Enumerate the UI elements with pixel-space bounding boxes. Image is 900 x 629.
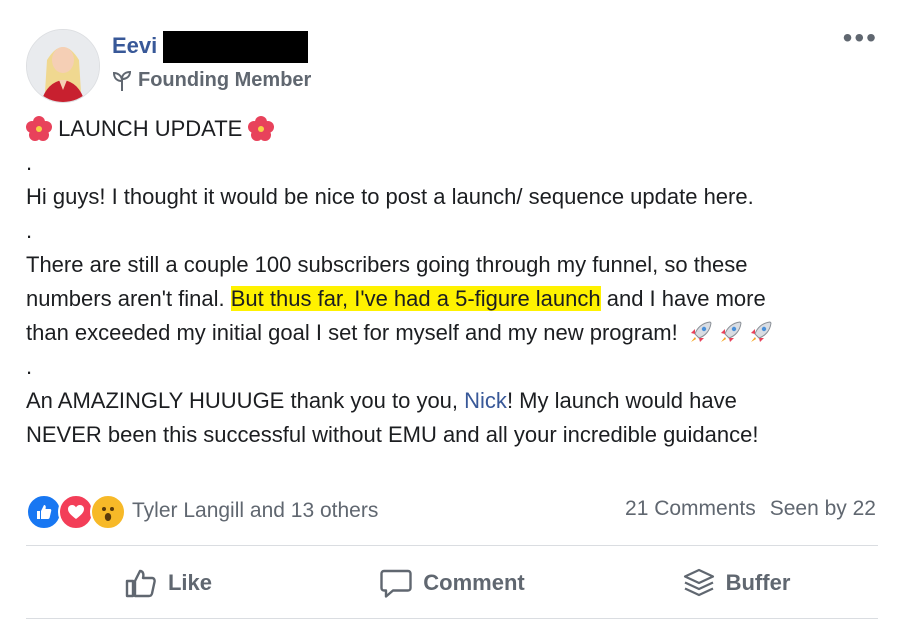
sprout-icon	[112, 70, 132, 91]
buffer-label: Buffer	[725, 570, 791, 595]
rocket-icon	[720, 321, 742, 342]
more-options-button[interactable]: •••	[843, 22, 878, 54]
buffer-button[interactable]: Buffer	[594, 552, 878, 614]
thumbs-up-icon	[125, 569, 156, 598]
post-stats: 21 Comments Seen by 22	[625, 497, 876, 521]
separator-dot: .	[26, 218, 33, 243]
hibiscus-icon	[248, 116, 275, 141]
like-reaction-icon	[26, 494, 62, 530]
divider	[26, 618, 878, 619]
post-content: LAUNCH UPDATE . Hi guys! I thought it wo…	[26, 112, 876, 452]
rocket-icon	[690, 321, 712, 342]
post-paragraph-2-line-2: numbers aren't final. But thus far, I've…	[26, 282, 876, 316]
post-title: LAUNCH UPDATE	[58, 116, 243, 141]
reactions-summary[interactable]: Tyler Langill and 13 others	[26, 494, 378, 530]
reaction-icons	[26, 494, 126, 530]
text-segment: than exceeded my initial goal I set for …	[26, 320, 678, 345]
post-paragraph-3-line-2: NEVER been this successful without EMU a…	[26, 422, 759, 447]
mention-link[interactable]: Nick	[464, 388, 507, 413]
avatar-image	[27, 30, 99, 102]
comment-button[interactable]: Comment	[310, 552, 594, 614]
post-paragraph-2-line-3: than exceeded my initial goal I set for …	[26, 316, 876, 350]
post-paragraph-2-line-1: There are still a couple 100 subscribers…	[26, 252, 748, 277]
member-badge: Founding Member	[112, 69, 311, 92]
rocket-icon	[750, 321, 772, 342]
text-segment: numbers aren't final.	[26, 286, 231, 311]
text-segment: An AMAZINGLY HUUUGE thank you to you,	[26, 388, 465, 413]
text-segment: ! My launch would have	[506, 388, 737, 413]
post-paragraph-1: Hi guys! I thought it would be nice to p…	[26, 184, 754, 209]
post-actions: Like Comment Buffer	[26, 552, 878, 614]
post-paragraph-3-line-1: An AMAZINGLY HUUUGE thank you to you, Ni…	[26, 384, 876, 418]
highlighted-text: But thus far, I've had a 5-figure launch	[230, 286, 601, 311]
divider	[26, 545, 878, 546]
separator-dot: .	[26, 354, 33, 379]
buffer-icon	[683, 568, 714, 597]
text-segment: and I have more	[600, 286, 766, 311]
love-reaction-icon	[58, 494, 94, 530]
redacted-surname	[163, 31, 308, 63]
author-name[interactable]: Eevi	[112, 33, 157, 59]
like-button[interactable]: Like	[26, 552, 310, 614]
comment-icon	[380, 569, 412, 598]
author-avatar[interactable]	[26, 29, 100, 103]
separator-dot: .	[26, 150, 33, 175]
reactors-text[interactable]: Tyler Langill and 13 others	[132, 499, 378, 523]
seen-by-count[interactable]: Seen by 22	[770, 497, 876, 521]
badge-label: Founding Member	[138, 69, 312, 91]
comments-count[interactable]: 21 Comments	[625, 497, 756, 521]
post-title-line: LAUNCH UPDATE	[26, 112, 876, 146]
comment-label: Comment	[423, 570, 525, 595]
facebook-post: Eevi Founding Member ••• LAUNCH UPDATE .…	[0, 0, 900, 629]
like-label: Like	[167, 570, 213, 595]
wow-reaction-icon	[90, 494, 126, 530]
hibiscus-icon	[26, 116, 52, 141]
